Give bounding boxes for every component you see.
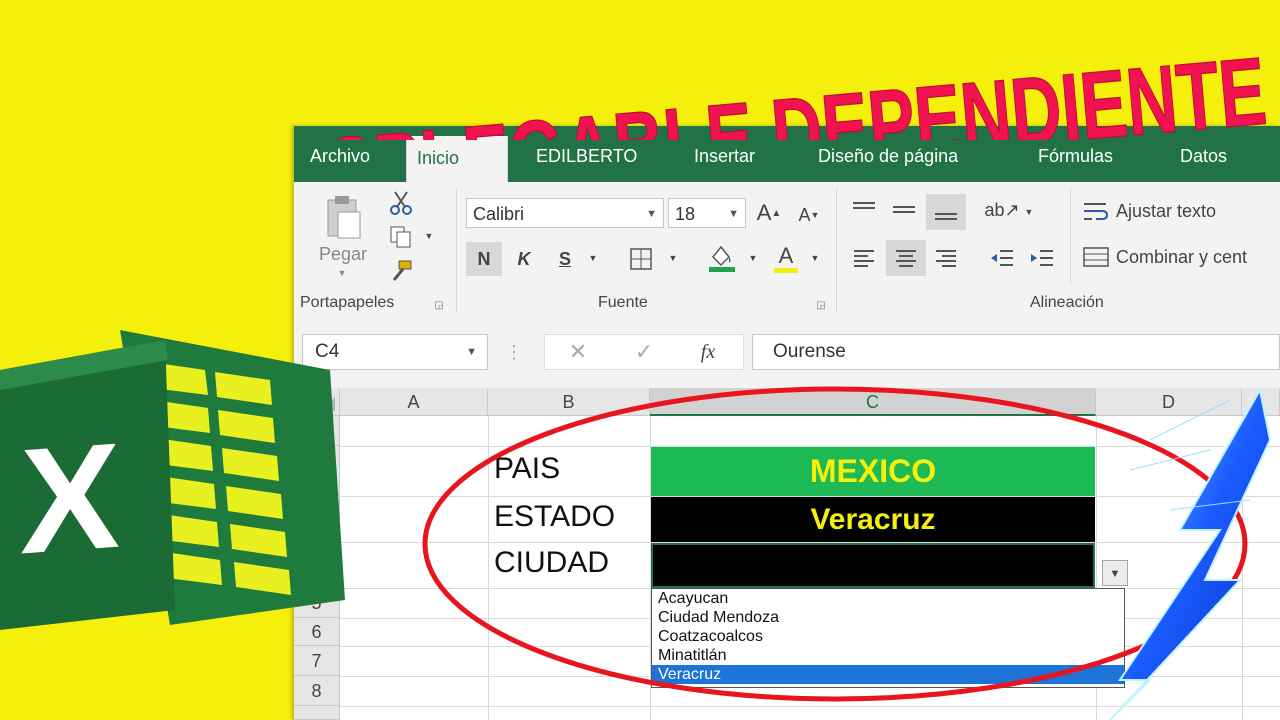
decrease-indent-icon[interactable] [984,242,1020,274]
dropdown-option-selected[interactable]: Veracruz [652,665,1124,684]
chevron-down-icon: ▼ [466,346,477,358]
column-header-d[interactable]: D [1096,388,1242,416]
font-dialog-launcher-icon[interactable]: ◲ [814,298,828,312]
fill-color-chevron-down-icon[interactable]: ▼ [746,250,760,266]
increase-indent-icon[interactable] [1024,242,1060,274]
clipboard-dialog-launcher-icon[interactable]: ◲ [432,298,446,312]
excel-window: Archivo Inicio EDILBERTO Insertar Diseño… [294,126,1280,720]
cell-c4-active[interactable] [651,543,1095,588]
wrap-text-label: Ajustar texto [1116,200,1217,221]
cut-scissors-icon[interactable] [386,188,416,218]
merge-center-button[interactable]: Combinar y cent [1082,242,1280,272]
title-banner: LISTA DESPLEGABLE DEPENDIENTE [15,37,1271,140]
alignment-group-label: Alineación [1030,294,1104,311]
font-name-dropdown[interactable]: Calibri ▼ [466,198,664,228]
gridline [1242,416,1243,720]
cell-c3-veracruz[interactable]: Veracruz [651,497,1095,542]
dropdown-option[interactable]: Acayucan [652,589,1124,608]
column-header-c[interactable]: C [650,388,1096,416]
font-group-label: Fuente [598,294,648,311]
formula-input[interactable]: Ourense [752,334,1280,370]
align-right-icon[interactable] [928,242,964,274]
bold-button[interactable]: N [466,242,502,276]
validation-dropdown-list: Acayucan Ciudad Mendoza Coatzacoalcos Mi… [651,588,1125,688]
align-middle-icon[interactable] [886,194,922,226]
svg-text:X: X [20,411,120,586]
ribbon-separator [1070,188,1071,284]
align-center-icon[interactable] [886,240,926,276]
cell-b4-ciudad[interactable]: CIUDAD [494,546,609,586]
font-color-chevron-down-icon[interactable]: ▼ [808,250,822,266]
formula-bar-grip-icon: ⋮ [505,341,523,362]
fill-color-icon[interactable] [704,240,740,276]
gridline [340,706,1280,707]
column-header-a[interactable]: A [340,388,488,416]
column-header-b[interactable]: B [488,388,650,416]
shrink-font-icon[interactable]: A ▼ [794,200,824,230]
formula-buttons: ✕ ✓ fx [544,334,744,370]
grow-font-icon[interactable]: A ▲ [754,198,784,228]
italic-button[interactable]: K [508,242,540,276]
orientation-chevron-down-icon[interactable]: ▼ [1022,204,1036,220]
dropdown-option[interactable]: Coatzacoalcos [652,627,1124,646]
column-header-e[interactable] [1242,388,1280,416]
cancel-x-icon[interactable]: ✕ [563,335,593,369]
paste-chevron-down-icon[interactable]: ▼ [334,266,350,280]
align-left-icon[interactable] [846,242,882,274]
cell-b3-estado[interactable]: ESTADO [494,500,615,540]
underline-button[interactable]: S [550,242,580,276]
worksheet-grid: A B C D 1 2 3 4 5 6 7 8 PAIS ESTADO CIUD… [294,388,1280,720]
paste-icon[interactable] [312,192,372,242]
font-size-value: 18 [675,204,696,224]
tab-datos[interactable]: Datos [1170,140,1237,182]
chevron-down-icon: ▼ [728,208,739,220]
font-name-value: Calibri [473,204,525,224]
borders-icon[interactable] [624,242,658,276]
tab-inicio[interactable]: Inicio [406,136,508,182]
font-color-icon[interactable]: A [770,240,802,276]
row-header-9[interactable] [294,706,340,720]
copy-chevron-down-icon[interactable]: ▼ [422,228,436,244]
chevron-down-icon: ▼ [646,208,657,220]
dropdown-option[interactable]: Minatitlán [652,646,1124,665]
font-size-dropdown[interactable]: 18 ▼ [668,198,746,228]
insert-function-icon[interactable]: fx [693,335,723,369]
enter-check-icon[interactable]: ✓ [629,335,659,369]
ribbon-separator [836,188,837,312]
dropdown-option[interactable]: Ciudad Mendoza [652,608,1124,627]
row-header-8[interactable]: 8 [294,676,340,706]
tab-diseno-de-pagina[interactable]: Diseño de página [808,140,968,182]
align-bottom-icon[interactable] [926,194,966,230]
cell-b2-pais[interactable]: PAIS [494,452,560,492]
copy-icon[interactable] [386,222,416,252]
tab-insertar[interactable]: Insertar [684,140,765,182]
formula-bar-area: C4 ▼ ⋮ ✕ ✓ fx Ourense [294,320,1280,386]
format-painter-icon[interactable] [386,256,416,286]
merge-center-label: Combinar y cent [1116,246,1248,267]
ribbon-separator [456,188,457,312]
underline-chevron-down-icon[interactable]: ▼ [586,250,600,266]
ribbon-tab-bar: Archivo Inicio EDILBERTO Insertar Diseño… [294,126,1280,182]
align-top-icon[interactable] [846,194,882,226]
paste-button[interactable]: Pegar [308,242,378,266]
dropdown-arrow-button[interactable]: ▼ [1102,560,1128,586]
cell-c2-mexico[interactable]: MEXICO [651,447,1095,496]
ribbon: Pegar ▼ ▼ Portapapeles ◲ Calibri ▼ 18 ▼ … [294,182,1280,321]
wrap-text-button[interactable]: Ajustar texto [1082,196,1272,226]
tab-edilberto[interactable]: EDILBERTO [526,140,647,182]
orientation-icon[interactable]: ab↗ [984,194,1020,226]
borders-chevron-down-icon[interactable]: ▼ [666,250,680,266]
excel-logo: X [0,330,345,630]
gridline [488,416,489,720]
tab-formulas[interactable]: Fórmulas [1028,140,1123,182]
tab-archivo[interactable]: Archivo [300,140,380,182]
title-text: LISTA DESPLEGABLE DEPENDIENTE [16,38,1271,140]
